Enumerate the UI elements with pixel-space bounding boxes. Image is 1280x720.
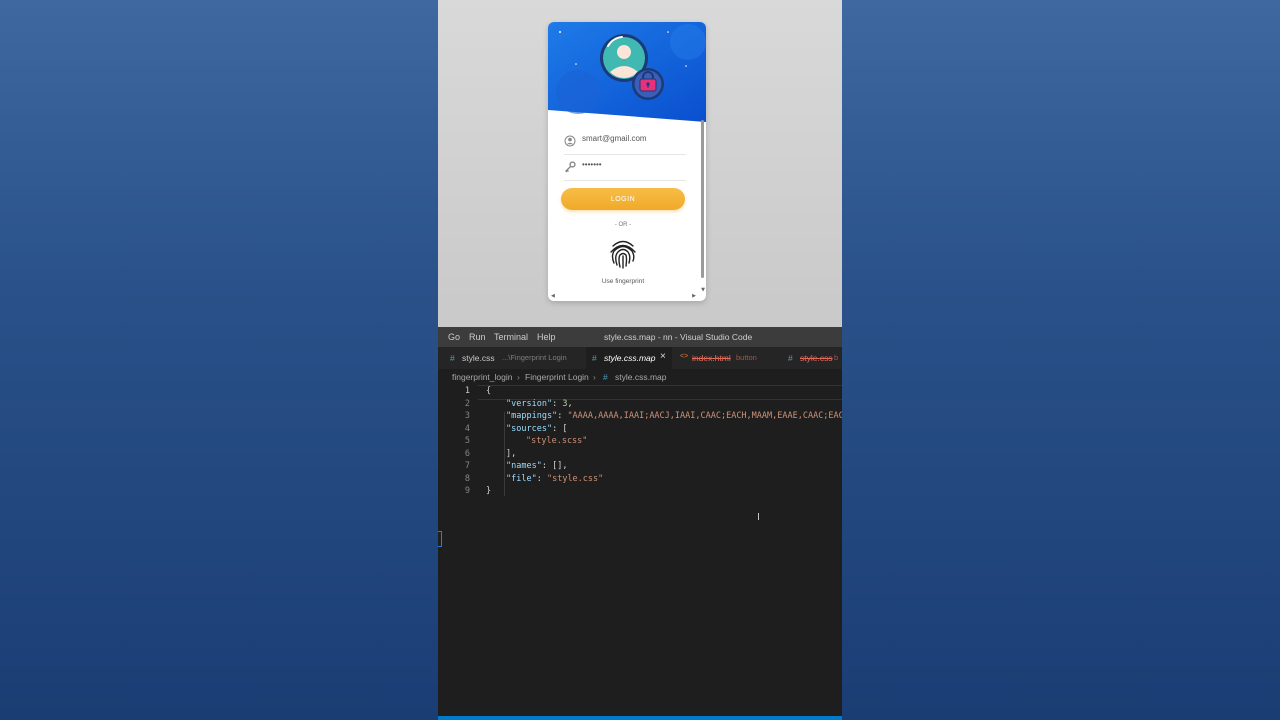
code-line: "sources": [ [506, 423, 568, 434]
chevron-right-icon: › [517, 372, 520, 382]
line-number: 6 [464, 448, 470, 459]
scroll-right-icon[interactable]: ▶ [692, 293, 696, 299]
tab-label: style.css [800, 353, 833, 363]
breadcrumb-file[interactable]: style.css.map [615, 372, 667, 382]
fingerprint-icon[interactable] [606, 236, 640, 270]
vscode-window: Go Run Terminal Help style.css.map - nn … [438, 327, 842, 720]
code-line: } [486, 486, 492, 496]
css-file-icon: # [592, 353, 597, 363]
line-number: 7 [464, 461, 470, 471]
password-field[interactable]: ••••••• [564, 156, 686, 181]
code-line: "version": 3, [506, 398, 573, 409]
code-line: "style.scss" [526, 436, 588, 446]
card-header-illustration [548, 22, 706, 122]
close-icon[interactable]: × [660, 351, 666, 362]
breadcrumb-subfolder[interactable]: Fingerprint Login [525, 372, 589, 382]
code-line: "file": "style.css" [506, 473, 604, 484]
line-number: 1 [464, 386, 470, 396]
tab-index-html[interactable]: <> index.html button [676, 347, 776, 369]
password-value: ••••••• [582, 160, 602, 169]
line-number: 2 [464, 398, 470, 409]
or-divider: - OR - [614, 222, 632, 228]
tab-style-css-2[interactable]: # style.css b [784, 347, 842, 369]
html-file-icon: <> [680, 353, 689, 360]
code-line: ], [506, 448, 517, 459]
email-value: smart@gmail.com [582, 134, 647, 143]
key-icon [565, 161, 576, 173]
indent-guide [504, 412, 505, 496]
code-line: { [486, 386, 492, 396]
fingerprint-label: Use fingerprint [601, 278, 645, 285]
user-icon [564, 135, 576, 147]
tab-style-css-map[interactable]: # style.css.map × [586, 347, 672, 369]
breadcrumb: fingerprint_login › Fingerprint Login › … [438, 369, 842, 385]
activity-marker [438, 531, 442, 547]
tab-label: index.html [692, 353, 731, 363]
code-editor[interactable]: 1 { 2 "version": 3, 3 "mappings": "AAAA,… [438, 385, 842, 715]
line-number: 3 [464, 411, 470, 421]
menu-bar: Go Run Terminal Help style.css.map - nn … [438, 327, 842, 347]
scroll-left-icon[interactable]: ◀ [551, 293, 555, 299]
css-file-icon: # [450, 353, 455, 363]
video-frame: smart@gmail.com ••••••• LOGIN - OR - Use… [438, 0, 842, 720]
vertical-scrollbar[interactable] [701, 120, 704, 278]
breadcrumb-folder[interactable]: fingerprint_login [452, 372, 512, 382]
menu-help[interactable]: Help [537, 332, 556, 342]
line-number: 5 [464, 436, 470, 446]
login-button[interactable]: LOGIN [561, 188, 685, 210]
menu-run[interactable]: Run [469, 332, 486, 342]
email-field[interactable]: smart@gmail.com [564, 130, 686, 155]
tab-detail: b [834, 353, 839, 362]
menu-go[interactable]: Go [448, 332, 460, 342]
line-number: 8 [464, 473, 470, 484]
login-card: smart@gmail.com ••••••• LOGIN - OR - Use… [548, 22, 706, 301]
lock-icon [632, 68, 664, 100]
css-file-icon: # [603, 372, 608, 382]
tab-label: style.css.map [604, 353, 656, 363]
line-number: 4 [464, 423, 470, 434]
line-number: 9 [464, 486, 470, 496]
tab-style-css-1[interactable]: # style.css ...\Fingerprint Login [444, 347, 582, 369]
chevron-right-icon: › [593, 372, 596, 382]
css-file-icon: # [788, 353, 793, 363]
browser-preview: smart@gmail.com ••••••• LOGIN - OR - Use… [438, 0, 842, 327]
tab-label: style.css [462, 353, 495, 363]
code-line: "mappings": "AAAA,AAAA,IAAI;AACJ,IAAI,CA… [506, 411, 842, 421]
code-line: "names": [], [506, 461, 568, 471]
tab-bar: # style.css ...\Fingerprint Login # styl… [438, 347, 842, 369]
text-cursor-icon: I [757, 512, 760, 523]
menu-terminal[interactable]: Terminal [494, 332, 528, 342]
scroll-down-icon[interactable]: ▼ [701, 287, 705, 293]
status-bar [438, 716, 842, 720]
tab-detail: button [736, 353, 757, 362]
tab-detail: ...\Fingerprint Login [502, 353, 567, 362]
window-title: style.css.map - nn - Visual Studio Code [604, 332, 753, 342]
